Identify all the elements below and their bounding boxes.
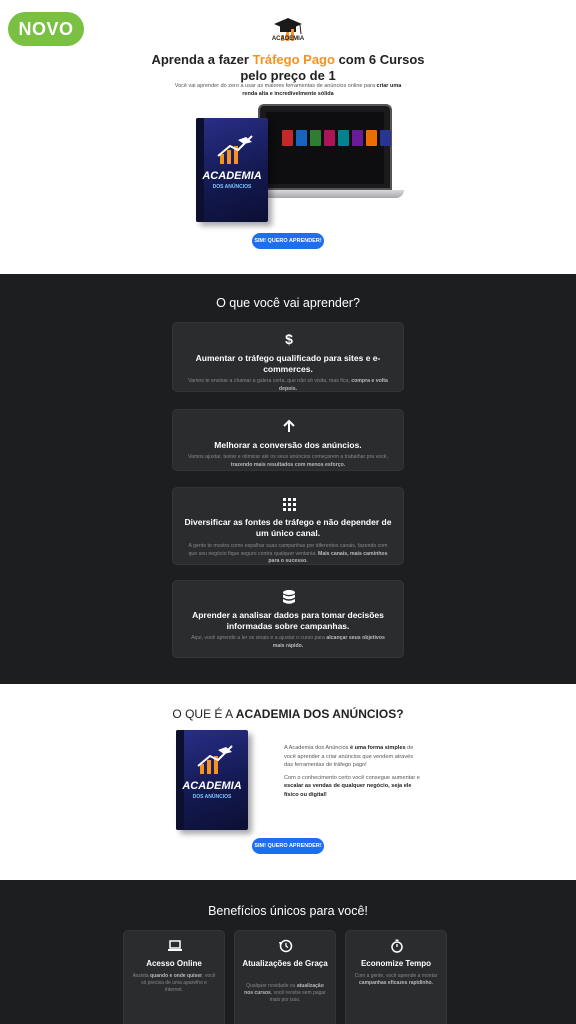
benefits-section: Benefícios únicos para você! Acesso Onli… [0,880,576,1024]
learn-title: O que você vai aprender? [216,296,360,310]
product-box: ACADEMIA DOS ANÚNCIOS [176,730,248,830]
benefits-title: Benefícios únicos para você! [208,904,368,918]
dollar-icon: $ [285,331,293,347]
learn-card: Melhorar a conversão dos anúncios. Vamos… [172,409,404,471]
arrow-up-icon [283,419,295,432]
benefit-card: Atualizações de Graça Qualquer novidade … [234,930,336,1024]
box-subbrand: DOS ANÚNCIOS [192,794,232,800]
logo-wordmark: ACADEMIA [271,36,305,42]
laptop-mockup [258,104,392,190]
hero-title: Aprenda a fazer Tráfego Pago com 6 Curso… [151,52,425,83]
grid-dots-icon [283,498,296,511]
box-subbrand: DOS ANÚNCIOS [212,184,252,190]
stopwatch-icon [391,939,403,953]
laptop-icon [168,940,182,951]
benefit-card: Acesso Online Assista quando e onde quis… [123,930,225,1024]
hero-subtitle: Você vai aprender do zero a usar as maio… [174,83,402,97]
learn-card: $ Aumentar o tráfego qualificado para si… [172,322,404,392]
learn-card: Aprender a analisar dados para tomar dec… [172,580,404,658]
whatis-title: O QUE É A ACADEMIA DOS ANÚNCIOS? [172,707,404,721]
database-icon [283,590,295,604]
hero-section: ACADEMIA Aprenda a fazer Tráfego Pago co… [0,0,576,274]
laptop-base [244,190,404,198]
history-icon [279,939,293,953]
learn-card: Diversificar as fontes de tráfego e não … [172,487,404,565]
product-box: ACADEMIA DOS ANÚNCIOS [196,118,268,222]
new-badge: NOVO [8,12,84,46]
whatis-cta-button[interactable]: SIM! QUERO APRENDER! [252,838,324,854]
box-brand: ACADEMIA [182,780,242,792]
whatis-description: A Academia dos Anúncios é uma forma simp… [284,745,420,798]
hero-cta-button[interactable]: SIM! QUERO APRENDER! [252,233,324,249]
whatis-section: O QUE É A ACADEMIA DOS ANÚNCIOS? ACADEMI… [0,684,576,880]
benefit-card: Economize Tempo Com a gente, você aprend… [345,930,447,1024]
learn-section: O que você vai aprender? $ Aumentar o tr… [0,274,576,684]
box-brand: ACADEMIA [202,170,262,182]
